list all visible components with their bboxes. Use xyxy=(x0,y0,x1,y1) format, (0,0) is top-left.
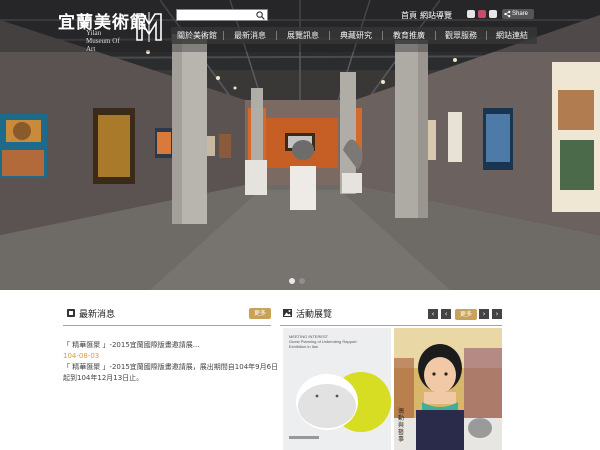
news-divider xyxy=(63,325,271,326)
share-button[interactable]: Share xyxy=(502,9,534,19)
photo-caption: 偶動與藝事 xyxy=(398,408,405,443)
slider-pagination xyxy=(289,278,309,284)
poster-artwork xyxy=(289,372,391,439)
next-button[interactable]: › xyxy=(479,309,489,319)
news-summary-line1: 「 精華匯聚 」-2015宜蘭國際版畫邀請展，展出期間自104年9月6日 xyxy=(63,363,279,371)
news-icon xyxy=(67,309,75,317)
logo-mark-icon xyxy=(136,12,162,42)
logo-english-text: Yilan Museum Of Art xyxy=(86,29,120,53)
prev-button[interactable]: ‹ xyxy=(441,309,451,319)
share-icon xyxy=(504,10,511,18)
hero-banner: 宜蘭美術館 Yilan Museum Of Art 首頁 網站導覽 Share … xyxy=(0,0,600,290)
nav-item-exhibitions[interactable]: 展覽訊息 xyxy=(277,27,329,44)
news-more-button[interactable]: 更多 xyxy=(249,308,271,319)
nav-item-collection[interactable]: 典藏研究 xyxy=(330,27,382,44)
sitemap-link[interactable]: 網站導覽 xyxy=(420,10,452,21)
events-divider xyxy=(280,325,502,326)
events-title: 活動展覽 xyxy=(296,310,333,320)
news-date: 104-08-03 xyxy=(63,352,100,360)
nav-item-education[interactable]: 教育推廣 xyxy=(383,27,435,44)
nav-item-visitor-services[interactable]: 觀眾服務 xyxy=(436,27,486,44)
news-title: 最新消息 xyxy=(79,310,116,320)
share-label: Share xyxy=(512,11,529,17)
news-headline-link[interactable]: 「 精華匯聚 」-2015宜蘭國際版畫邀請展... xyxy=(63,340,199,350)
nav-item-about[interactable]: 關於美術館 xyxy=(171,27,223,44)
font-size-medium-button[interactable] xyxy=(478,10,486,18)
nav-item-news[interactable]: 最新消息 xyxy=(224,27,276,44)
slide-dot-1[interactable] xyxy=(289,278,295,284)
search-input[interactable] xyxy=(176,9,268,21)
font-size-small-button[interactable] xyxy=(467,10,475,18)
page: 宜蘭美術館 Yilan Museum Of Art 首頁 網站導覽 Share … xyxy=(0,0,600,450)
main-nav: 關於美術館 最新消息 展覽訊息 典藏研究 教育推廣 觀眾服務 網站連結 xyxy=(171,27,537,44)
child-photo xyxy=(394,328,502,450)
event-poster-thumbnail[interactable]: MEETING INTEREST Guest Planning of Unben… xyxy=(283,328,391,450)
events-panel: 活動展覽 ‹ ‹ 更多 › › MEETING INTEREST Guest P… xyxy=(280,306,502,450)
image-icon xyxy=(283,309,292,317)
events-more-button[interactable]: 更多 xyxy=(455,309,477,320)
event-photo-thumbnail[interactable]: 偶動與藝事 xyxy=(394,328,502,450)
home-link[interactable]: 首頁 xyxy=(401,10,417,21)
next-last-button[interactable]: › xyxy=(492,309,502,319)
slide-dot-2[interactable] xyxy=(299,278,305,284)
search-icon[interactable] xyxy=(256,11,265,20)
font-size-large-button[interactable] xyxy=(489,10,497,18)
news-summary-line2: 起到104年12月13日止。 xyxy=(63,374,144,382)
prev-first-button[interactable]: ‹ xyxy=(428,309,438,319)
nav-item-links[interactable]: 網站連結 xyxy=(487,27,537,44)
latest-news-panel: 最新消息 更多 「 精華匯聚 」-2015宜蘭國際版畫邀請展... 104-08… xyxy=(63,306,278,436)
